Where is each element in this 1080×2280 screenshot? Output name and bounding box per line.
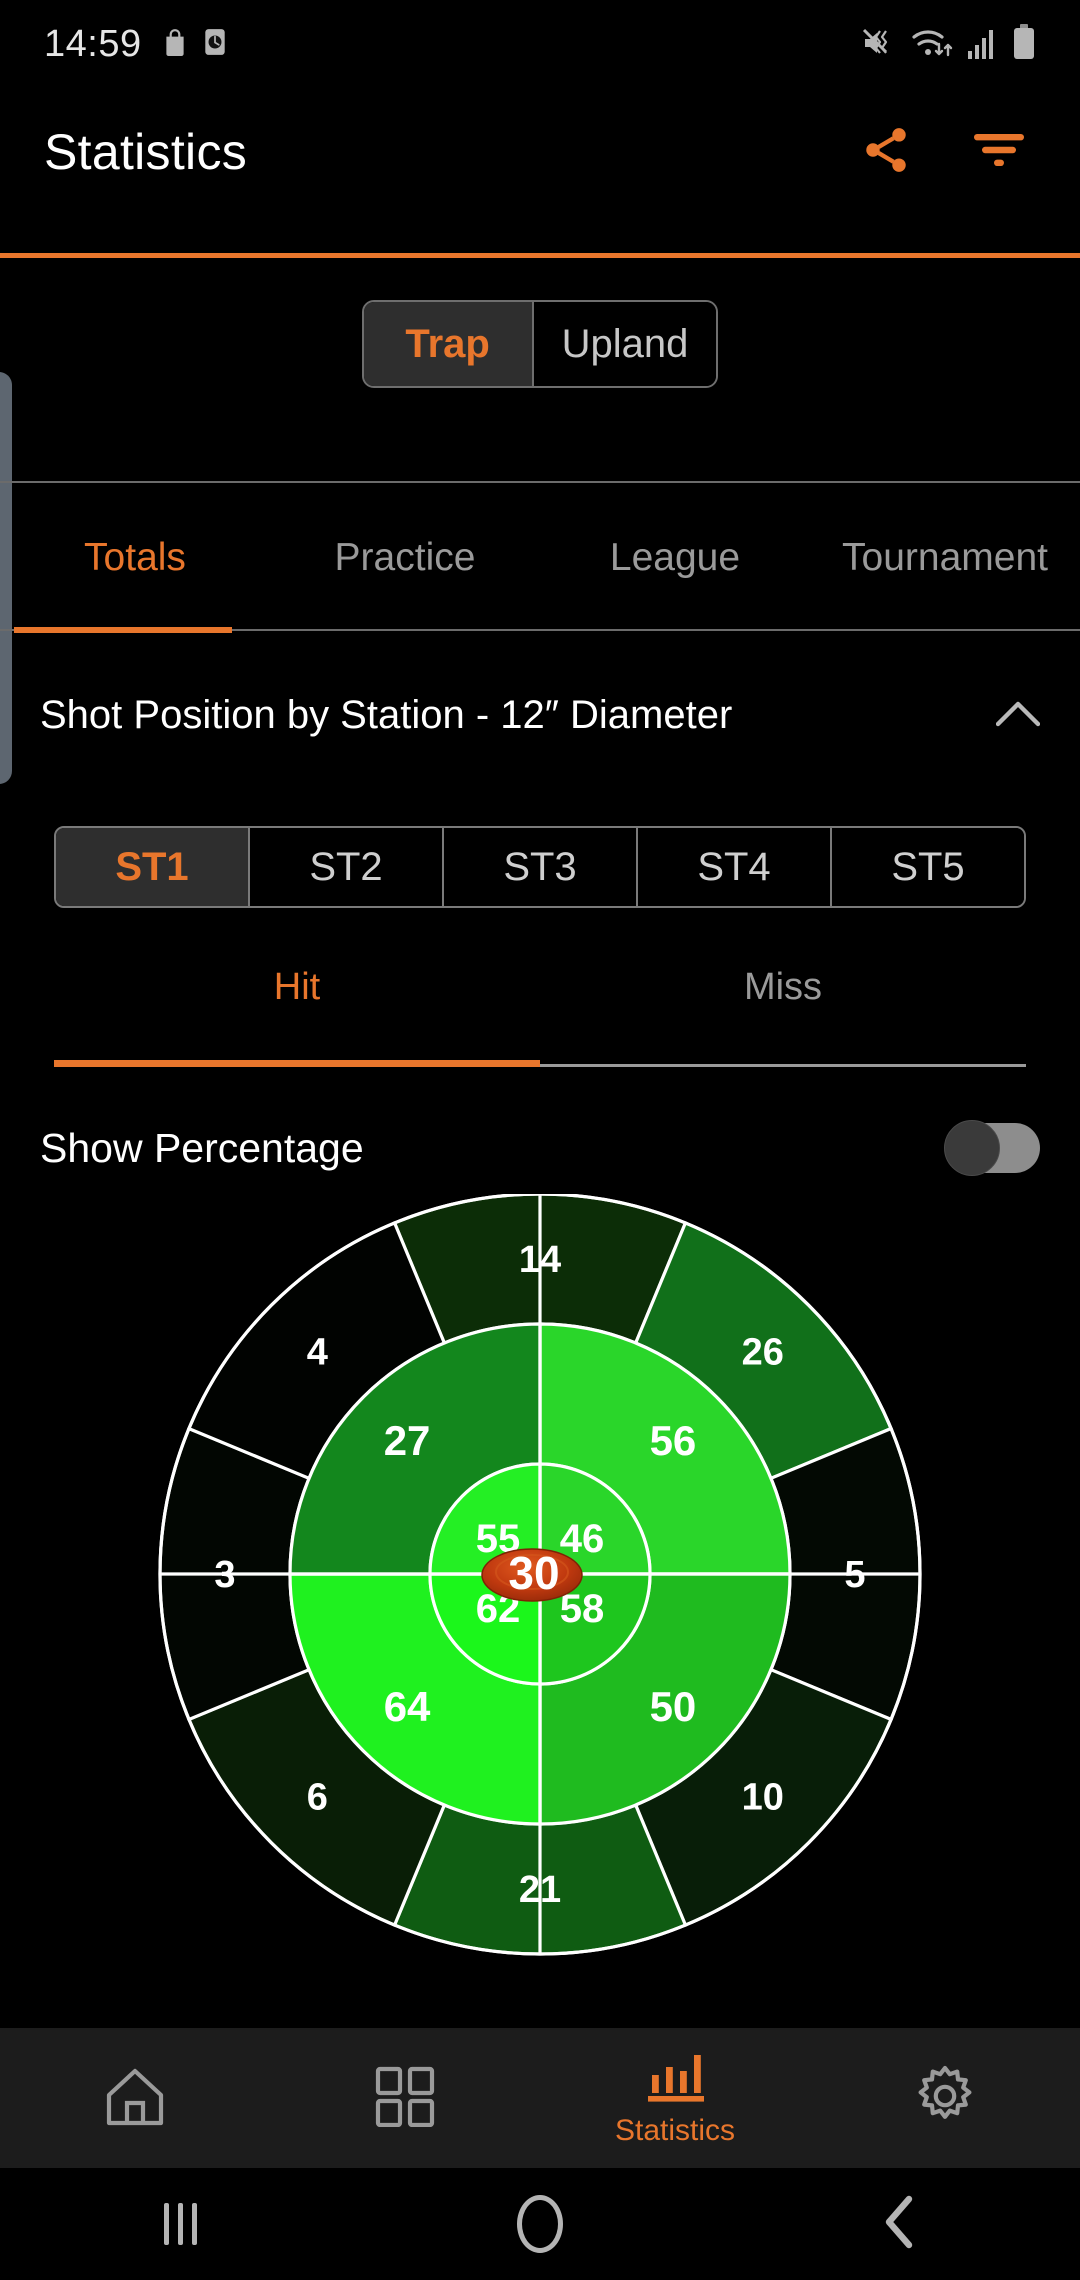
- tab-bar: Totals Practice League Tournament: [0, 482, 1080, 634]
- chart-label-middle-3: 27: [384, 1417, 431, 1464]
- grid-icon: [374, 2065, 436, 2132]
- chart-label-middle-1: 50: [650, 1683, 697, 1730]
- system-nav-home[interactable]: [360, 2195, 720, 2253]
- status-bar-clock: 14:59: [44, 22, 142, 65]
- alarm-icon: [202, 28, 228, 61]
- app-screen: 14:59 Statistics Trap Upland Totals Prac…: [0, 0, 1080, 2280]
- system-nav-back[interactable]: [720, 2195, 1080, 2254]
- chart-label-outer-5: 6: [307, 1777, 328, 1819]
- battery-icon: [1012, 23, 1036, 65]
- result-tab-miss[interactable]: Miss: [540, 952, 1026, 1072]
- tab-practice[interactable]: Practice: [270, 536, 540, 580]
- page-title: Statistics: [44, 124, 248, 180]
- chart-center-label: 30: [508, 1547, 559, 1599]
- discipline-toggle: Trap Upland: [0, 300, 1080, 388]
- bottom-nav-statistics-label: Statistics: [614, 2113, 736, 2147]
- bottom-nav-statistics[interactable]: Statistics: [540, 2049, 810, 2148]
- system-nav-recents[interactable]: [0, 2203, 360, 2245]
- section-title: Shot Position by Station - 12″ Diameter: [40, 692, 733, 737]
- bottom-nav-settings[interactable]: [810, 2065, 1080, 2132]
- filter-icon[interactable]: [972, 130, 1026, 175]
- chart-label-middle-2: 64: [384, 1683, 431, 1730]
- station-option-st3[interactable]: ST3: [442, 828, 636, 906]
- tab-tournament[interactable]: Tournament: [810, 536, 1080, 580]
- chart-label-outer-3: 10: [742, 1777, 784, 1819]
- chart-label-outer-1: 26: [742, 1331, 784, 1373]
- back-icon: [883, 2195, 917, 2254]
- wifi-icon: [912, 26, 954, 65]
- bottom-nav-grid[interactable]: [270, 2065, 540, 2132]
- statistics-icon: [644, 2049, 706, 2108]
- show-percentage-label: Show Percentage: [40, 1124, 364, 1171]
- home-icon: [103, 2065, 167, 2132]
- bottom-nav-home[interactable]: [0, 2065, 270, 2132]
- home-pill-icon: [517, 2195, 563, 2253]
- shot-position-chart[interactable]: 1426510216345650642755 46586230: [0, 1194, 1080, 1984]
- status-bar-left-icons: [162, 28, 228, 61]
- chart-label-middle-0: 56: [650, 1417, 697, 1464]
- tab-league[interactable]: League: [540, 536, 810, 580]
- station-option-st1[interactable]: ST1: [56, 828, 248, 906]
- tab-active-underline: [14, 627, 232, 633]
- system-navigation-bar: [0, 2168, 1080, 2280]
- discipline-option-trap[interactable]: Trap: [363, 302, 532, 386]
- mute-vibrate-icon: [861, 26, 899, 65]
- shopping-bag-icon: [162, 28, 188, 61]
- app-bar-actions: [860, 124, 1026, 181]
- app-bar-accent-rule: [0, 253, 1080, 258]
- status-bar-right-icons: [861, 23, 1036, 65]
- status-bar: 14:59: [0, 0, 1080, 88]
- toggle-knob: [944, 1120, 1000, 1176]
- gear-icon: [914, 2065, 976, 2132]
- share-icon[interactable]: [860, 124, 912, 181]
- station-option-st2[interactable]: ST2: [248, 828, 442, 906]
- station-option-st4[interactable]: ST4: [636, 828, 830, 906]
- cellular-signal-icon: [967, 26, 999, 65]
- discipline-option-upland[interactable]: Upland: [531, 302, 717, 386]
- chart-label-outer-7: 4: [307, 1331, 328, 1373]
- station-selector: ST1 ST2 ST3 ST4 ST5: [54, 826, 1026, 908]
- section-header-shot-position[interactable]: Shot Position by Station - 12″ Diameter: [0, 660, 1080, 770]
- show-percentage-row: Show Percentage: [0, 1098, 1080, 1198]
- bottom-navigation: Statistics: [0, 2028, 1080, 2168]
- result-tab-indicator: [54, 1060, 540, 1067]
- recents-icon: [163, 2203, 197, 2245]
- station-option-st5[interactable]: ST5: [830, 828, 1024, 906]
- app-bar: Statistics: [0, 88, 1080, 216]
- show-percentage-toggle[interactable]: [944, 1120, 1040, 1176]
- chevron-up-icon[interactable]: [995, 698, 1041, 733]
- result-tab-hit[interactable]: Hit: [54, 952, 540, 1072]
- chart-label-inner-1: 46: [560, 1517, 605, 1561]
- tab-totals[interactable]: Totals: [0, 536, 270, 580]
- result-tab-bar: Hit Miss: [54, 952, 1026, 1072]
